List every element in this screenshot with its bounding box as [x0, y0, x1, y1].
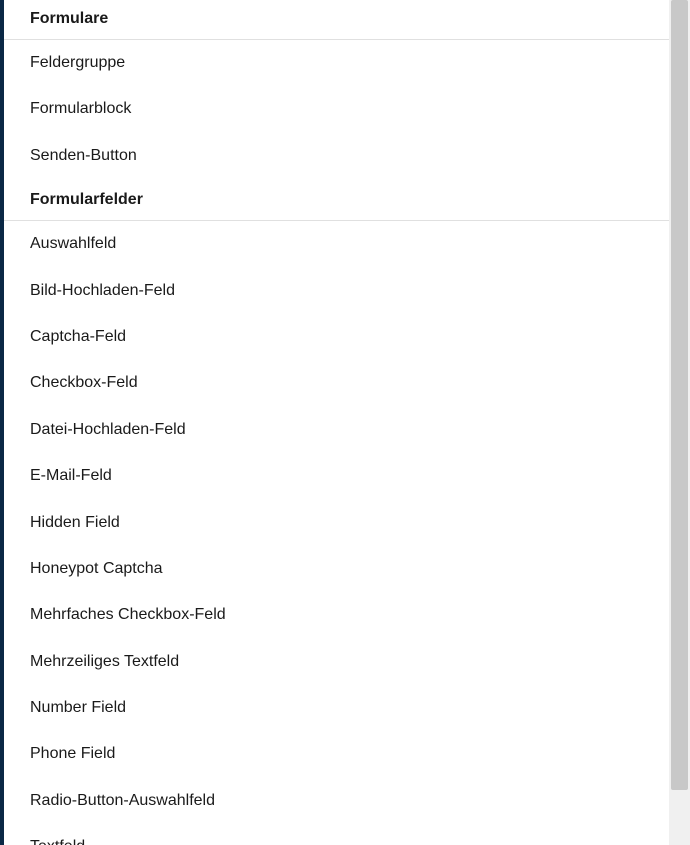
list-item-senden-button[interactable]: Senden-Button — [4, 133, 669, 179]
list-item-feldergruppe[interactable]: Feldergruppe — [4, 40, 669, 86]
list-item-radio-button-auswahlfeld[interactable]: Radio-Button-Auswahlfeld — [4, 778, 669, 824]
list-item-mehrfaches-checkbox-feld[interactable]: Mehrfaches Checkbox-Feld — [4, 592, 669, 638]
list-item-number-field[interactable]: Number Field — [4, 685, 669, 731]
list-item-email-feld[interactable]: E-Mail-Feld — [4, 453, 669, 499]
scrollbar-track[interactable] — [669, 0, 690, 845]
list-item-phone-field[interactable]: Phone Field — [4, 731, 669, 777]
list-item-bild-hochladen-feld[interactable]: Bild-Hochladen-Feld — [4, 268, 669, 314]
list-item-textfeld[interactable]: Textfeld — [4, 824, 669, 845]
scrollbar-thumb[interactable] — [671, 0, 688, 790]
sidebar-panel: Formulare Feldergruppe Formularblock Sen… — [0, 0, 669, 845]
list-item-hidden-field[interactable]: Hidden Field — [4, 500, 669, 546]
section-header-formularfelder: Formularfelder — [4, 179, 669, 221]
list-item-auswahlfeld[interactable]: Auswahlfeld — [4, 221, 669, 267]
list-item-captcha-feld[interactable]: Captcha-Feld — [4, 314, 669, 360]
list-item-datei-hochladen-feld[interactable]: Datei-Hochladen-Feld — [4, 407, 669, 453]
list-item-formularblock[interactable]: Formularblock — [4, 86, 669, 132]
list-item-mehrzeiliges-textfeld[interactable]: Mehrzeiliges Textfeld — [4, 639, 669, 685]
list-item-checkbox-feld[interactable]: Checkbox-Feld — [4, 360, 669, 406]
list-item-honeypot-captcha[interactable]: Honeypot Captcha — [4, 546, 669, 592]
section-header-formulare: Formulare — [4, 0, 669, 40]
